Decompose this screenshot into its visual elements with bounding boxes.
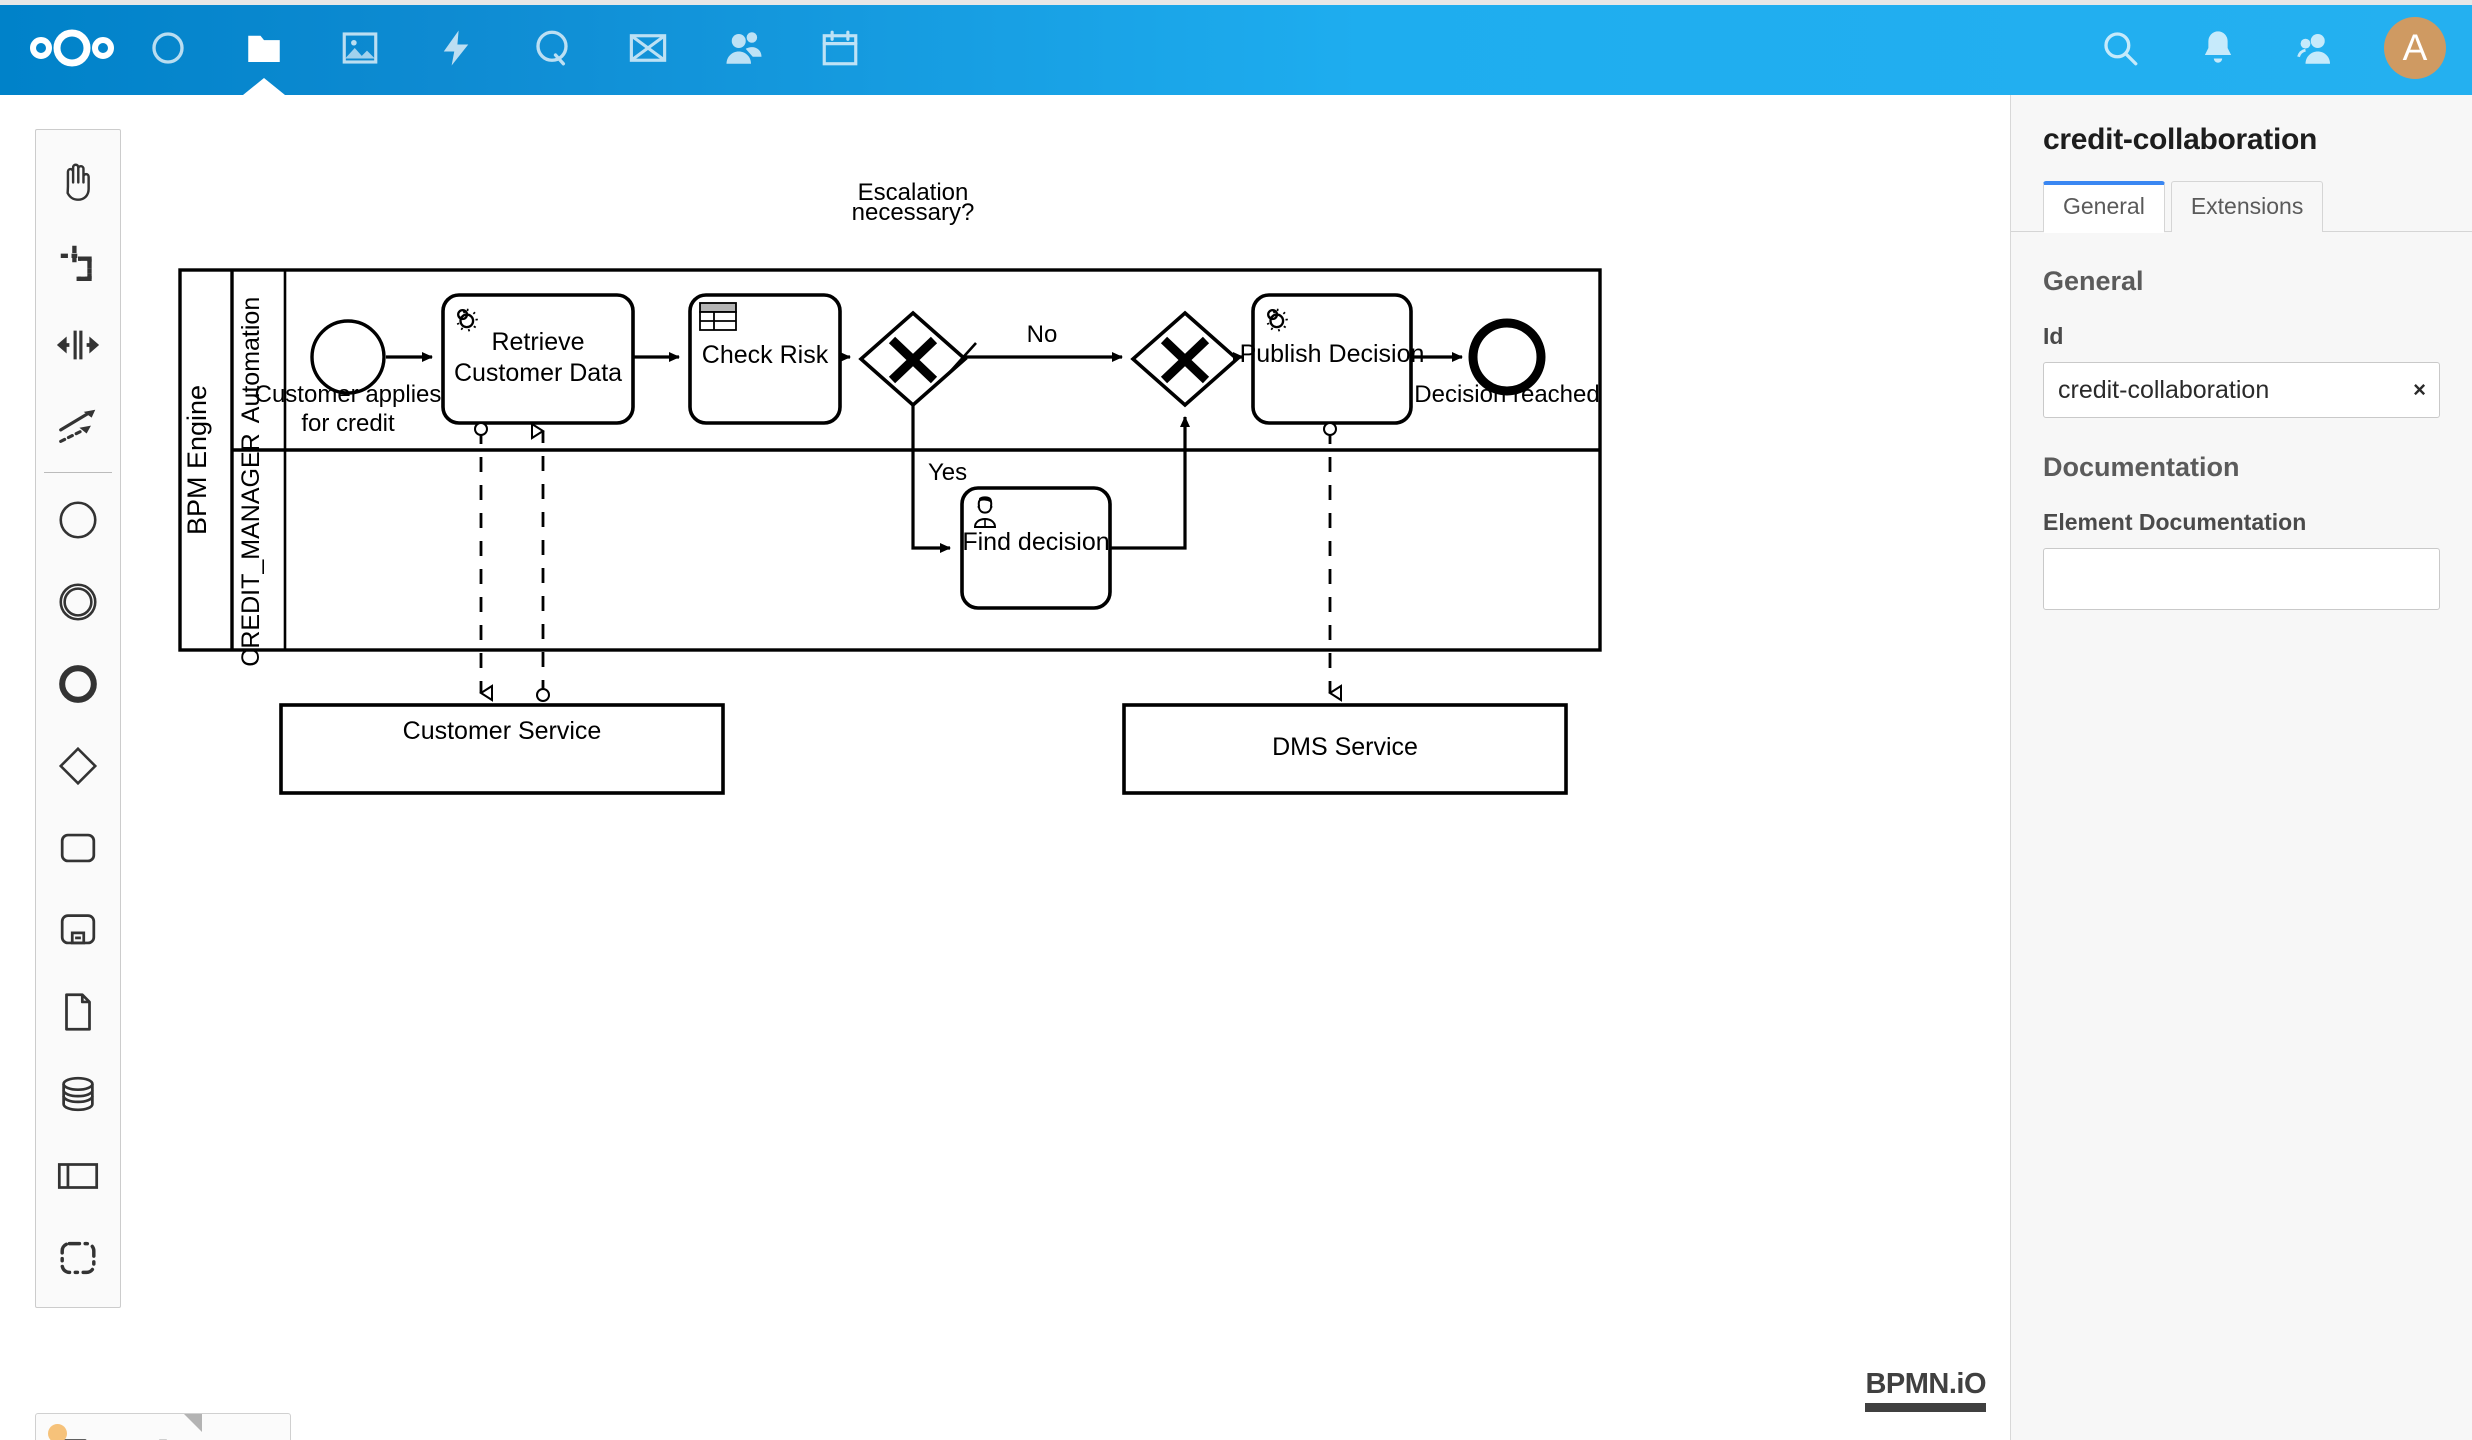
id-field-label: Id: [2043, 323, 2064, 349]
section-general-heading: General: [2043, 266, 2144, 296]
create-intermediate-event[interactable]: [35, 561, 121, 643]
create-end-event[interactable]: [35, 643, 121, 725]
flow-finddecision-to-join: [1110, 416, 1190, 550]
end-event[interactable]: Decision reached: [1414, 318, 1600, 408]
pool-customer-service[interactable]: Customer Service: [279, 703, 725, 795]
id-input[interactable]: [2043, 362, 2440, 418]
clear-id-icon[interactable]: ×: [2413, 379, 2426, 401]
section-documentation-heading: Documentation: [2043, 452, 2240, 482]
id-field-wrapper: ×: [2043, 362, 2440, 418]
app-icon-activity[interactable]: [408, 0, 504, 95]
lasso-tool[interactable]: [35, 222, 121, 304]
create-task[interactable]: [35, 807, 121, 889]
global-connect-tool[interactable]: [35, 386, 121, 468]
svg-text:DMS Service: DMS Service: [1272, 733, 1418, 761]
app-icon-calendar[interactable]: [792, 0, 888, 95]
flow-label-yes: Yes: [928, 459, 967, 486]
app-icon-circles[interactable]: [504, 0, 600, 95]
gateway-escalation-necessary[interactable]: Escalation necessary?: [852, 179, 975, 408]
task-publish-decision[interactable]: Publish Decision: [1240, 293, 1425, 425]
app-icon-contacts[interactable]: [696, 0, 792, 95]
create-participant[interactable]: [35, 1135, 121, 1217]
pool-label: BPM Engine: [182, 385, 212, 535]
hand-tool[interactable]: [35, 140, 121, 222]
svg-text:Find decision: Find decision: [962, 528, 1109, 556]
app-header: A: [0, 0, 2472, 95]
create-start-event[interactable]: [35, 479, 121, 561]
task-check-risk[interactable]: Check Risk: [688, 293, 842, 425]
create-subprocess[interactable]: [35, 889, 121, 971]
nextcloud-logo-icon[interactable]: [24, 17, 120, 79]
create-data-store[interactable]: [35, 1053, 121, 1135]
create-data-object[interactable]: [35, 971, 121, 1053]
unsaved-indicator: [48, 1424, 67, 1440]
avatar[interactable]: A: [2384, 16, 2446, 79]
svg-text:necessary?: necessary?: [852, 199, 975, 226]
app-icon-photos[interactable]: [312, 0, 408, 95]
properties-tabs: General Extensions: [2011, 181, 2472, 233]
svg-text:Retrieve: Retrieve: [491, 328, 584, 356]
svg-text:Customer applies: Customer applies: [255, 381, 442, 408]
task-retrieve-customer-data[interactable]: Retrieve Customer Data: [441, 293, 635, 425]
bpmnio-logo[interactable]: BPMN.iO: [1865, 1368, 1986, 1412]
table-icon: [699, 302, 737, 331]
palette-divider: [44, 472, 112, 473]
start-event[interactable]: Customer applies for credit: [255, 319, 442, 437]
bpmn-canvas[interactable]: BPM Engine Automation CREDIT_MANAGER Cus…: [0, 95, 2010, 1440]
notifications-icon[interactable]: [2172, 0, 2264, 95]
lane-label-credit-manager: CREDIT_MANAGER: [237, 433, 265, 666]
element-documentation-textarea[interactable]: [2043, 548, 2440, 610]
element-documentation-wrapper: [2043, 548, 2440, 615]
pool-dms-service[interactable]: DMS Service: [1122, 703, 1568, 795]
flow-label-no: No: [1027, 321, 1058, 348]
editor-workspace: BPM Engine Automation CREDIT_MANAGER Cus…: [0, 95, 2010, 1440]
header-actions: A: [2074, 0, 2472, 95]
tab-extensions[interactable]: Extensions: [2170, 181, 2324, 232]
bpmnio-logo-text: BPMN.iO: [1865, 1368, 1986, 1400]
editor-toolbar: [35, 1413, 291, 1440]
svg-text:Publish Decision: Publish Decision: [1240, 340, 1425, 368]
fold-corner-decoration: [184, 1414, 202, 1432]
svg-text:Check Risk: Check Risk: [702, 341, 829, 369]
svg-text:Decision reached: Decision reached: [1414, 381, 1599, 408]
create-gateway[interactable]: [35, 725, 121, 807]
space-tool[interactable]: [35, 304, 121, 386]
close-button[interactable]: [217, 1423, 279, 1440]
contacts-menu-icon[interactable]: [2270, 0, 2362, 95]
task-find-decision[interactable]: Find decision: [960, 486, 1112, 610]
bpmnio-logo-bar: [1865, 1403, 1986, 1412]
gateway-join[interactable]: [1130, 310, 1240, 408]
element-documentation-label: Element Documentation: [2043, 509, 2307, 535]
app-icon-files[interactable]: [216, 0, 312, 95]
app-icon-mail[interactable]: [600, 0, 696, 95]
app-icon-dashboard[interactable]: [120, 0, 216, 95]
properties-panel: credit-collaboration General Extensions …: [2010, 95, 2472, 1440]
svg-text:Customer Service: Customer Service: [403, 717, 602, 745]
tab-general[interactable]: General: [2043, 181, 2165, 233]
bpmn-palette: [35, 129, 121, 1308]
properties-title: credit-collaboration: [2043, 123, 2318, 156]
create-group[interactable]: [35, 1217, 121, 1299]
svg-text:for credit: for credit: [301, 410, 395, 437]
search-icon[interactable]: [2074, 0, 2166, 95]
svg-text:Customer Data: Customer Data: [454, 359, 622, 387]
